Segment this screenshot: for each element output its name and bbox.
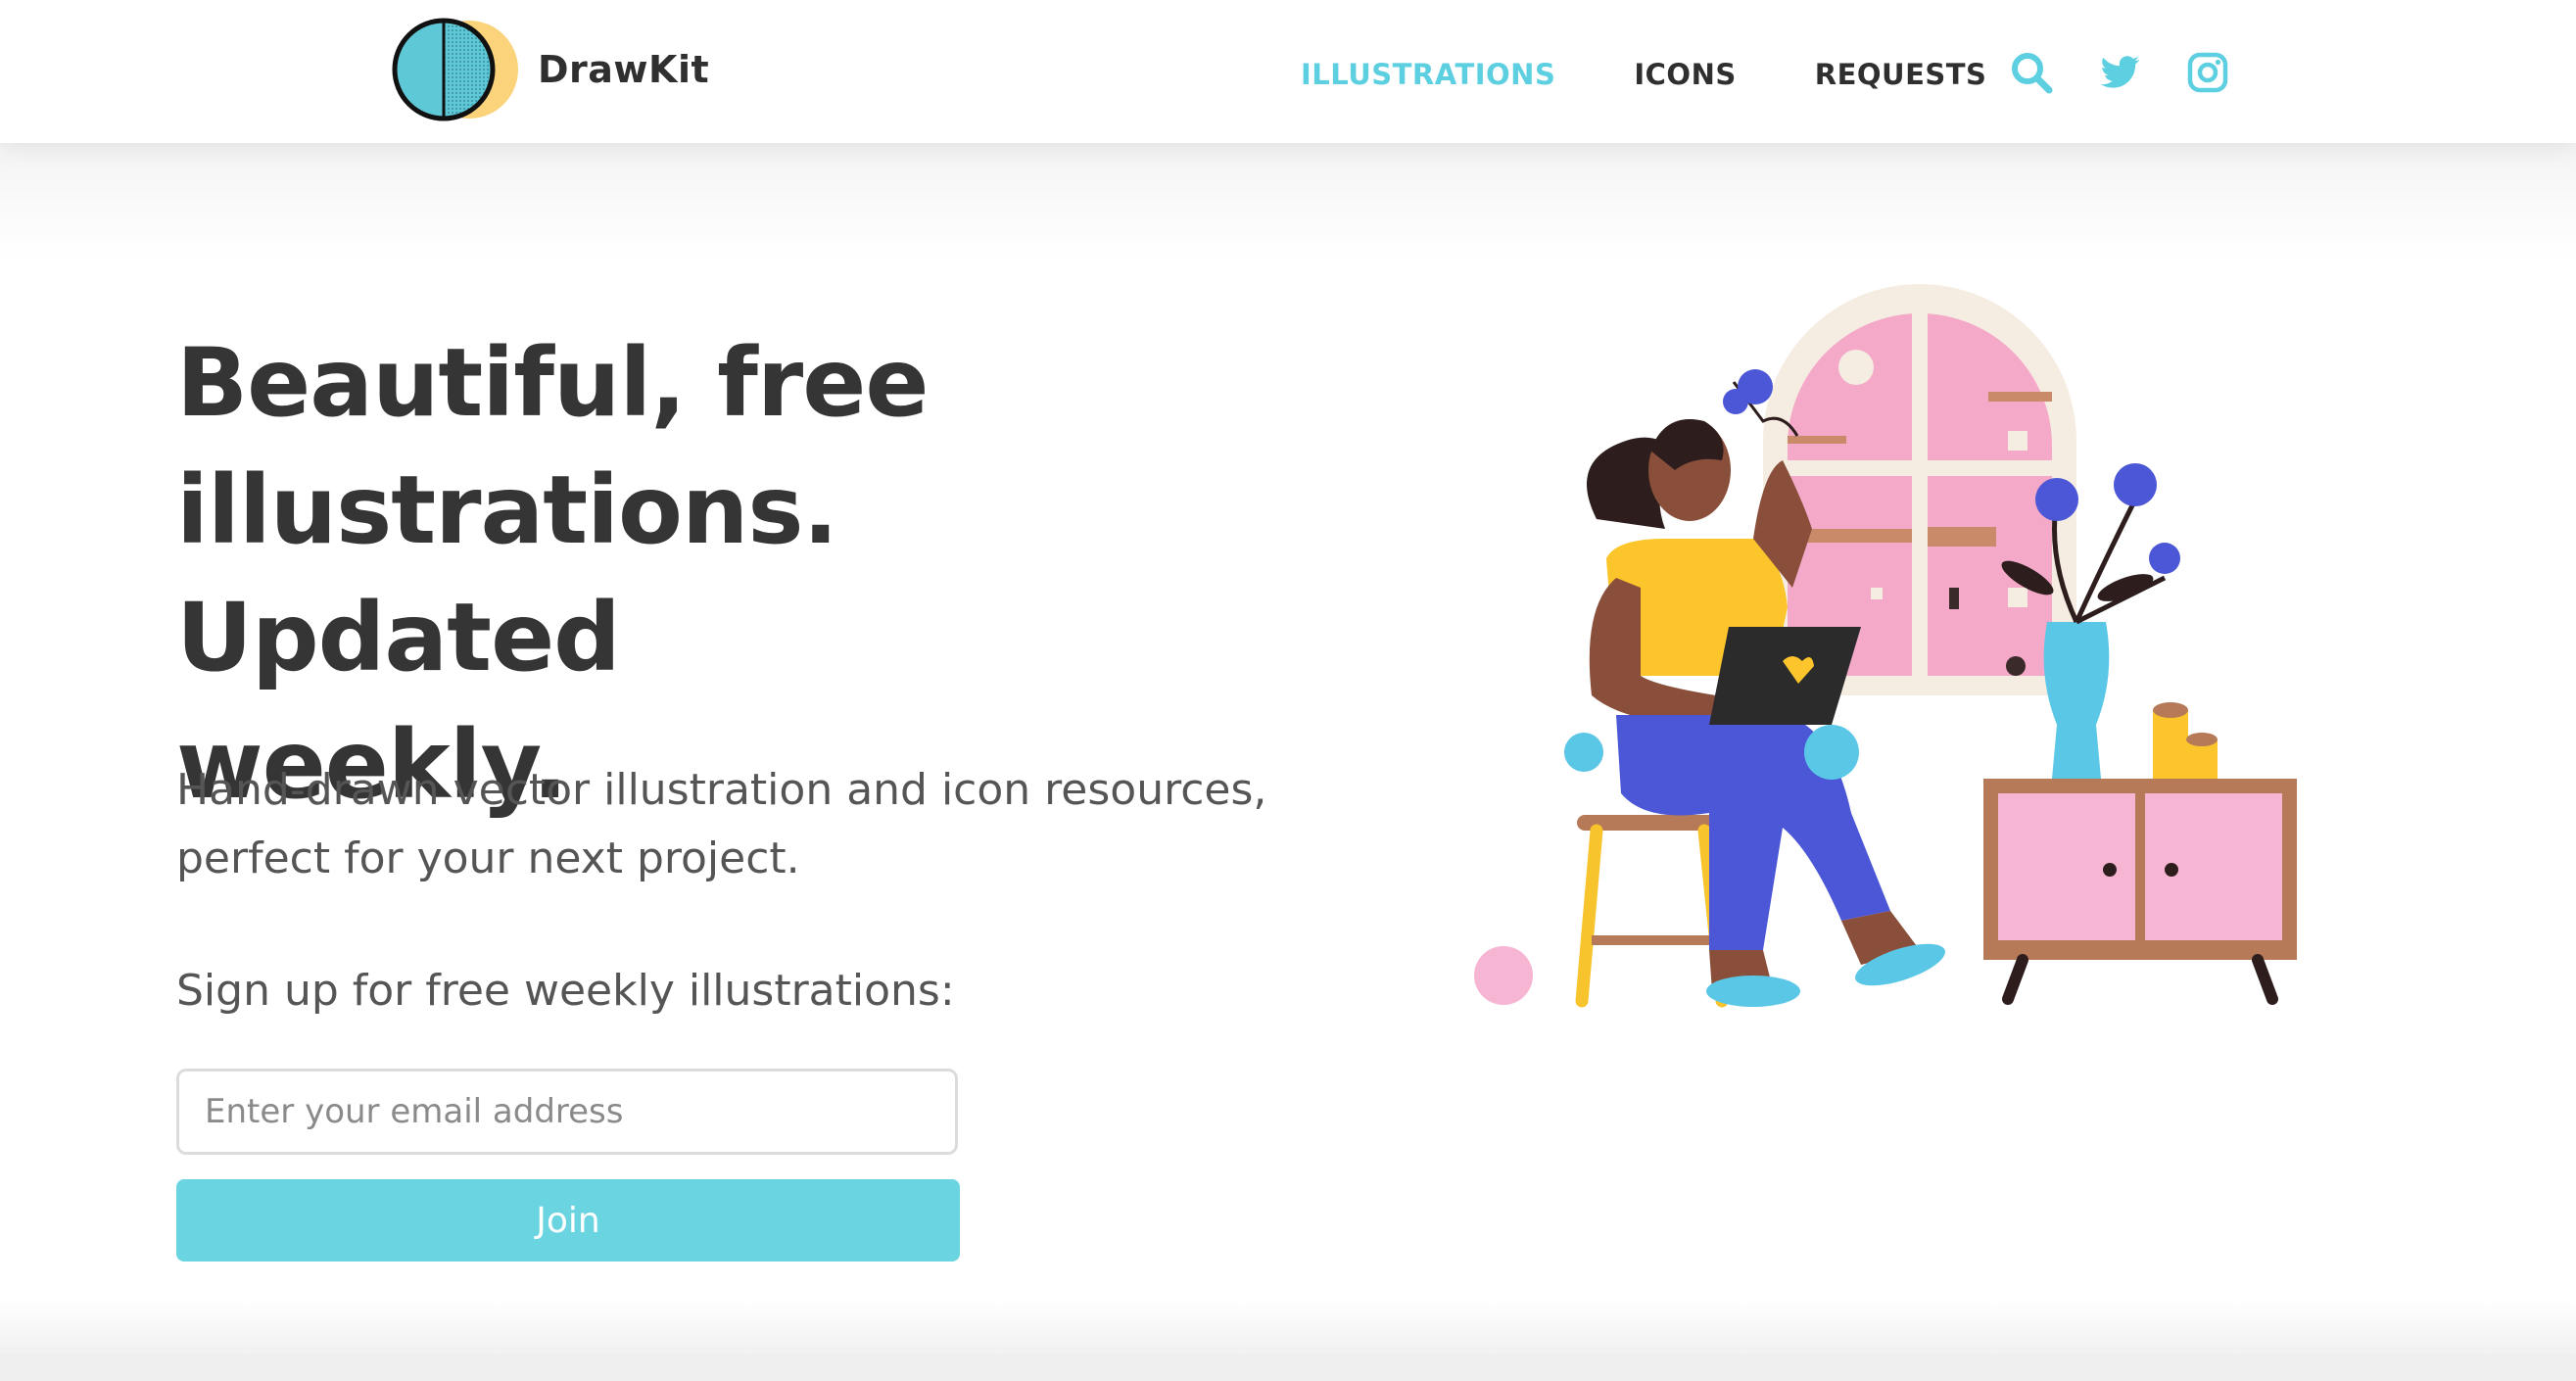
drawkit-logo-icon — [392, 18, 518, 121]
section-divider — [0, 1354, 2576, 1381]
hero-illustration — [1474, 284, 2297, 1008]
nav-icon-group — [2008, 43, 2272, 102]
brand-name: DrawKit — [538, 48, 710, 91]
nav-link-requests[interactable]: REQUESTS — [1815, 58, 1987, 91]
stool-illustration — [1575, 815, 1729, 1008]
candles-illustration — [2153, 702, 2218, 779]
nav-link-icons[interactable]: ICONS — [1634, 58, 1736, 91]
headline-line: illustrations. Updated — [176, 455, 838, 692]
twitter-icon[interactable] — [2096, 49, 2143, 96]
hero-headline: Beautiful, free illustrations. Updated w… — [176, 319, 1303, 829]
cabinet-illustration — [1983, 779, 2297, 1005]
main-nav: ILLUSTRATIONS ICONS REQUESTS — [1301, 47, 2065, 102]
signup-label: Sign up for free weekly illustrations: — [176, 966, 955, 1016]
headline-line: Beautiful, free — [176, 328, 929, 438]
email-field[interactable] — [176, 1069, 958, 1155]
logo-link[interactable]: DrawKit — [389, 14, 709, 125]
ball-illustration — [1474, 946, 1533, 1005]
nav-link-illustrations[interactable]: ILLUSTRATIONS — [1301, 58, 1555, 91]
page: DrawKit ILLUSTRATIONS ICONS REQUESTS Bea… — [0, 0, 2576, 1381]
subtext-line: Hand-drawn vector illustration and icon … — [176, 765, 1267, 815]
subtext-line: perfect for your next project. — [176, 833, 800, 883]
site-header: DrawKit ILLUSTRATIONS ICONS REQUESTS — [0, 0, 2576, 143]
search-icon[interactable] — [2008, 49, 2055, 96]
hero-subtext: Hand-drawn vector illustration and icon … — [176, 756, 1303, 893]
join-button[interactable]: Join — [176, 1179, 960, 1262]
instagram-icon[interactable] — [2184, 49, 2231, 96]
